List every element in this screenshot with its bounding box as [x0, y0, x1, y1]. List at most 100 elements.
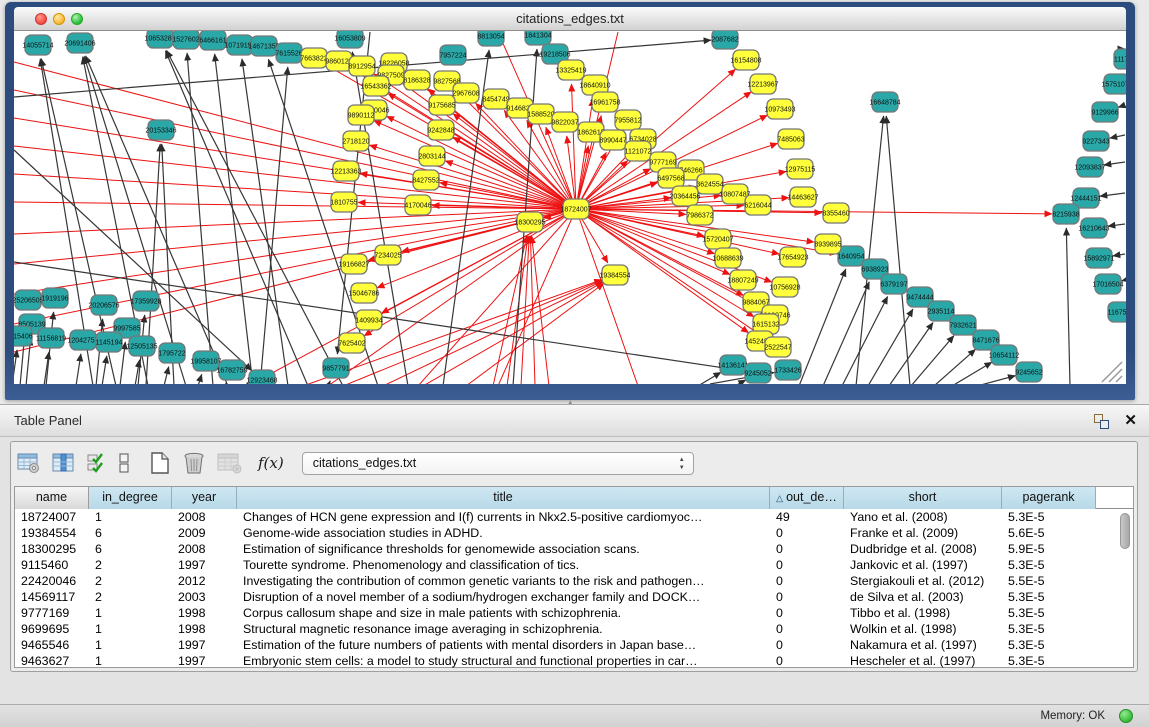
graph-edge[interactable]: [576, 209, 638, 384]
table-cell[interactable]: 0: [770, 541, 844, 557]
table-cell[interactable]: 5.5E-5: [1002, 573, 1096, 589]
column-header-short[interactable]: short: [844, 487, 1002, 509]
table-cell[interactable]: 1998: [172, 605, 237, 621]
table-cell[interactable]: Franke et al. (2009): [844, 525, 1002, 541]
graph-node[interactable]: 8355460: [822, 203, 849, 223]
table-cell[interactable]: Disruption of a novel member of a sodium…: [237, 589, 770, 605]
resize-grip[interactable]: [1102, 362, 1122, 382]
table-cell[interactable]: 2: [89, 589, 172, 605]
graph-node[interactable]: 7663822: [300, 48, 327, 68]
graph-edge[interactable]: [374, 121, 576, 209]
table-cell[interactable]: 2008: [172, 509, 237, 525]
graph-edge[interactable]: [934, 349, 976, 384]
table-cell[interactable]: Corpus callosum shape and size in male p…: [237, 605, 770, 621]
graph-node[interactable]: 6466161: [199, 31, 226, 50]
graph-edge[interactable]: [1108, 224, 1125, 226]
graph-node[interactable]: 16154808: [730, 50, 761, 70]
table-cell[interactable]: 6: [89, 525, 172, 541]
graph-node[interactable]: 12975115: [785, 159, 816, 179]
table-selector[interactable]: citations_edges.txt ▲▼: [302, 452, 694, 475]
close-traffic-light-icon[interactable]: [35, 13, 47, 25]
table-cell[interactable]: 0: [770, 573, 844, 589]
scrollbar-thumb[interactable]: [1120, 513, 1130, 549]
table-cell[interactable]: 1: [89, 605, 172, 621]
graph-edge[interactable]: [1118, 105, 1125, 107]
graph-node[interactable]: 10653287: [144, 31, 175, 48]
graph-node[interactable]: 1167533: [1108, 302, 1126, 322]
network-canvas[interactable]: 1405571420691406106532871527602646616110…: [14, 31, 1126, 384]
table-cell[interactable]: 19384554: [15, 525, 89, 541]
show-columns-icon[interactable]: [52, 452, 76, 474]
graph-node[interactable]: 1733426: [774, 360, 801, 380]
table-row[interactable]: 911546021997Tourette syndrome. Phenomeno…: [15, 557, 1133, 573]
graph-edge[interactable]: [383, 281, 602, 384]
graph-node[interactable]: 10973493: [764, 99, 795, 119]
graph-node[interactable]: 9245052: [744, 363, 771, 383]
graph-node[interactable]: 18807249: [727, 270, 758, 290]
table-cell[interactable]: 18300295: [15, 541, 89, 557]
table-cell[interactable]: 6: [89, 541, 172, 557]
graph-node[interactable]: 7932621: [949, 315, 976, 335]
table-row[interactable]: 1872400712008Changes of HCN gene express…: [15, 509, 1133, 525]
graph-node[interactable]: 20364456: [669, 186, 700, 206]
graph-node[interactable]: 18724007: [560, 199, 591, 219]
graph-node[interactable]: 20153346: [145, 120, 176, 140]
select-all-rows-icon[interactable]: [87, 452, 107, 474]
table-cell[interactable]: Structural magnetic resonance image aver…: [237, 621, 770, 637]
column-header-indegree[interactable]: in_degree: [89, 487, 172, 509]
delete-table-icon[interactable]: [182, 451, 206, 475]
table-cell[interactable]: 5.3E-5: [1002, 589, 1096, 605]
minimize-traffic-light-icon[interactable]: [53, 13, 65, 25]
graph-node[interactable]: 8813054: [477, 31, 504, 46]
table-cell[interactable]: Estimation of the future numbers of pati…: [237, 637, 770, 653]
graph-node[interactable]: 8939895: [814, 234, 841, 254]
graph-node[interactable]: 14055714: [22, 35, 53, 55]
graph-node[interactable]: 12213363: [330, 161, 361, 181]
column-header-outde[interactable]: △out_de…: [770, 487, 844, 509]
table-cell[interactable]: 2003: [172, 589, 237, 605]
graph-node[interactable]: 9129966: [1091, 102, 1118, 122]
table-cell[interactable]: 5.3E-5: [1002, 653, 1096, 669]
table-cell[interactable]: Estimation of significance thresholds fo…: [237, 541, 770, 557]
graph-node[interactable]: 1409934: [355, 310, 382, 330]
graph-node[interactable]: 6379197: [880, 274, 907, 294]
close-panel-icon[interactable]: ✕: [1124, 411, 1137, 429]
graph-edge[interactable]: [1110, 135, 1125, 138]
table-cell[interactable]: 1: [89, 621, 172, 637]
table-cell[interactable]: 0: [770, 557, 844, 573]
table-cell[interactable]: 49: [770, 509, 844, 525]
graph-edge[interactable]: [1066, 228, 1070, 384]
table-cell[interactable]: 5.6E-5: [1002, 525, 1096, 541]
graph-node[interactable]: 9857791: [322, 358, 349, 378]
graph-edge[interactable]: [260, 67, 288, 384]
graph-edge[interactable]: [76, 354, 81, 384]
table-row[interactable]: 1830029562008Estimation of significance …: [15, 541, 1133, 557]
table-cell[interactable]: 5.3E-5: [1002, 509, 1096, 525]
table-cell[interactable]: Genome-wide association studies in ADHD.: [237, 525, 770, 541]
graph-node[interactable]: 8427552: [412, 170, 439, 190]
graph-node[interactable]: 7957224: [439, 45, 466, 65]
graph-node[interactable]: 2803144: [418, 146, 445, 166]
table-cell[interactable]: Hescheler et al. (1997): [844, 653, 1002, 669]
column-header-year[interactable]: year: [172, 487, 237, 509]
table-cell[interactable]: 1997: [172, 557, 237, 573]
graph-node[interactable]: 6216044: [744, 195, 771, 215]
graph-node[interactable]: 9227343: [1082, 131, 1109, 151]
graph-node[interactable]: 19166827: [338, 254, 369, 274]
table-row[interactable]: 1456911722003Disruption of a novel membe…: [15, 589, 1133, 605]
graph-node[interactable]: 12093837: [1074, 157, 1105, 177]
zoom-traffic-light-icon[interactable]: [71, 13, 83, 25]
table-cell[interactable]: 22420046: [15, 573, 89, 589]
graph-edge[interactable]: [14, 118, 576, 209]
graph-edge[interactable]: [364, 209, 576, 336]
graph-node[interactable]: 15892971: [1083, 248, 1114, 268]
table-cell[interactable]: 9463627: [15, 653, 89, 669]
graph-node[interactable]: 13325419: [555, 60, 586, 80]
table-cell[interactable]: 5.9E-5: [1002, 541, 1096, 557]
graph-node[interactable]: 16648784: [869, 92, 900, 112]
table-cell[interactable]: 5.3E-5: [1002, 557, 1096, 573]
table-cell[interactable]: de Silva et al. (2003): [844, 589, 1002, 605]
table-cell[interactable]: 0: [770, 621, 844, 637]
graph-node[interactable]: 2087682: [711, 31, 738, 49]
graph-node[interactable]: 9890112: [348, 105, 375, 125]
